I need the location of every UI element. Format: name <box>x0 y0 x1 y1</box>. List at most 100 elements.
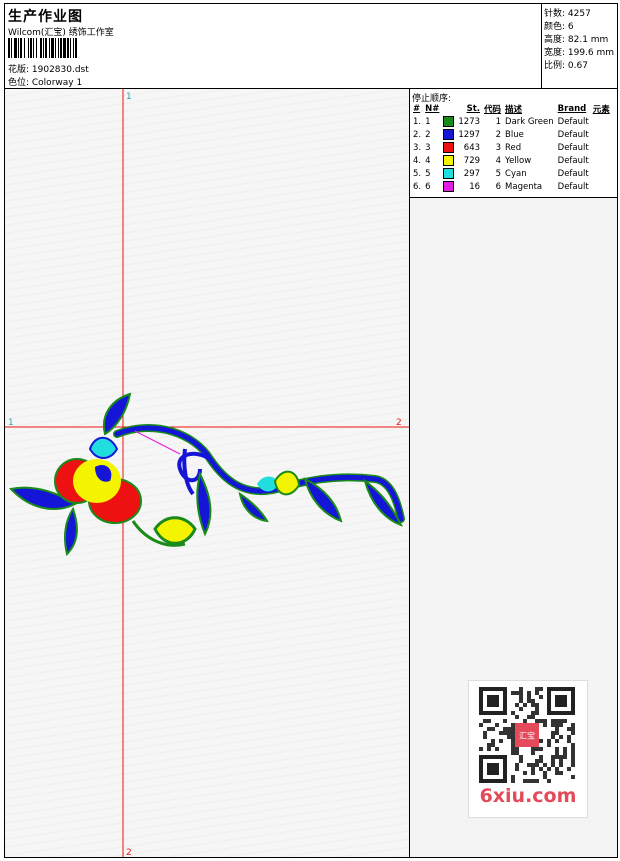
row-needle: 5 <box>425 168 431 179</box>
qr-module <box>571 763 575 767</box>
qr-module <box>543 723 547 727</box>
qr-module <box>499 739 503 743</box>
qr-module <box>527 699 531 703</box>
qr-module <box>555 771 559 775</box>
col-header-code: 代码 <box>484 104 502 115</box>
stop-sequence-panel: 停止顺序: # N# St. 代码 描述 Brand 元素 1. 1 1273 … <box>410 89 617 198</box>
qr-module <box>515 703 519 707</box>
qr-module <box>559 755 563 759</box>
color-swatch <box>443 155 455 166</box>
qr-module <box>507 731 511 735</box>
qr-module <box>571 747 575 751</box>
qr-module <box>547 743 551 747</box>
qr-module <box>511 779 515 783</box>
row-brand: Default <box>557 155 589 166</box>
middle-small-leaf <box>238 491 269 523</box>
row-stitches: 643 <box>463 142 481 153</box>
qr-module <box>571 751 575 755</box>
table-row: 1. 1 1273 1 Dark Green Default <box>411 115 612 128</box>
qr-module <box>531 699 535 703</box>
qr-module <box>563 751 567 755</box>
color-count: 颜色: 6 <box>544 22 574 32</box>
table-row: 4. 4 729 4 Yellow Default <box>411 154 612 167</box>
embroidery-preview: 1 2 1 2 <box>5 89 409 857</box>
row-element <box>591 180 612 193</box>
row-brand: Default <box>557 129 589 140</box>
qr-module <box>571 755 575 759</box>
row-stitches: 729 <box>463 155 481 166</box>
qr-module <box>515 751 519 755</box>
row-code: 2 <box>495 129 502 140</box>
qr-module <box>515 747 519 751</box>
row-index: 5. <box>413 168 422 179</box>
qr-module <box>551 735 555 739</box>
col-header-swatch <box>441 102 456 115</box>
qr-module <box>531 711 535 715</box>
qr-module <box>563 747 567 751</box>
v-axis-bottom-label: 2 <box>126 848 132 857</box>
design-file-label: 花版: 1902830.dst <box>8 65 89 75</box>
qr-module <box>519 759 523 763</box>
row-stitches: 297 <box>463 168 481 179</box>
qr-module <box>535 703 539 707</box>
barcode <box>8 38 144 58</box>
qr-module <box>523 719 527 723</box>
watermark-block: 汇宝 6xiu.com <box>468 680 588 818</box>
watermark-brand: 6xiu.com <box>479 785 577 807</box>
row-description: Yellow <box>505 155 532 166</box>
qr-module <box>527 691 531 695</box>
qr-module <box>491 743 495 747</box>
row-swatch <box>441 167 456 180</box>
col-header-stitches: St. <box>466 103 481 114</box>
qr-module <box>571 731 575 735</box>
qr-module <box>559 763 563 767</box>
qr-module <box>515 767 519 771</box>
qr-module <box>523 771 527 775</box>
qr-module <box>543 763 547 767</box>
qr-module <box>563 755 567 759</box>
qr-module <box>487 719 491 723</box>
qr-module <box>487 743 491 747</box>
qr-module <box>519 707 523 711</box>
qr-finder <box>487 695 499 707</box>
qr-module <box>491 739 495 743</box>
qr-module <box>571 759 575 763</box>
qr-module <box>559 759 563 763</box>
right-leaf <box>303 477 343 523</box>
qr-module <box>551 723 555 727</box>
qr-module <box>539 687 543 691</box>
row-element <box>591 154 612 167</box>
qr-module <box>567 735 571 739</box>
qr-module <box>567 739 571 743</box>
qr-module <box>571 723 575 727</box>
qr-module <box>487 747 491 751</box>
qr-module <box>531 763 535 767</box>
qr-module <box>519 695 523 699</box>
row-stitches: 1297 <box>458 129 481 140</box>
qr-module <box>515 763 519 767</box>
qr-module <box>563 719 567 723</box>
qr-module <box>535 747 539 751</box>
row-code: 5 <box>495 168 502 179</box>
qr-module <box>559 771 563 775</box>
row-needle: 4 <box>425 155 431 166</box>
qr-module <box>539 695 543 699</box>
color-swatch <box>443 129 455 140</box>
qr-module <box>531 779 535 783</box>
row-element <box>591 141 612 154</box>
qr-module <box>551 731 555 735</box>
stem <box>114 425 404 522</box>
row-needle: 6 <box>425 181 431 192</box>
qr-module <box>511 691 515 695</box>
qr-module <box>507 727 511 731</box>
row-swatch <box>441 128 456 141</box>
qr-module <box>515 715 519 719</box>
qr-module <box>539 739 543 743</box>
qr-module <box>555 751 559 755</box>
qr-module <box>547 779 551 783</box>
row-swatch <box>441 115 456 128</box>
qr-module <box>535 711 539 715</box>
qr-module <box>535 707 539 711</box>
qr-module <box>511 751 515 755</box>
qr-module <box>535 763 539 767</box>
